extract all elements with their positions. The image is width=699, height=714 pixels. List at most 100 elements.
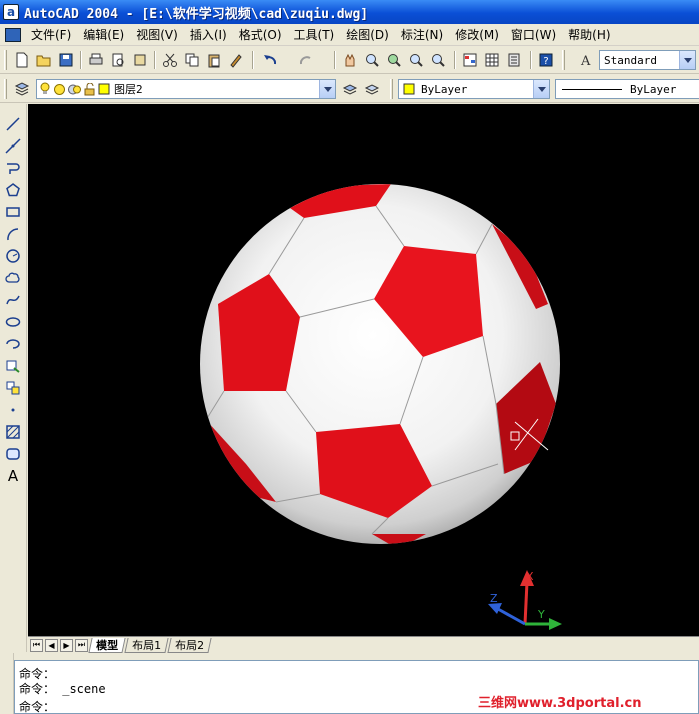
toolbar-grip[interactable] [4, 79, 7, 99]
print-icon[interactable] [86, 50, 106, 70]
arc-tool-icon[interactable] [3, 224, 23, 244]
menu-window[interactable]: 窗口(W) [505, 26, 562, 43]
open-file-icon[interactable] [34, 50, 54, 70]
layer-on-icon [40, 82, 50, 94]
drawing-viewport[interactable]: X Y Z [28, 104, 699, 636]
toolbar-separator [154, 51, 156, 69]
multiline-text-tool-icon[interactable]: A [3, 466, 23, 486]
chevron-down-icon[interactable] [319, 80, 335, 98]
tool-palettes-icon[interactable] [504, 50, 524, 70]
menu-help[interactable]: 帮助(H) [562, 26, 616, 43]
svg-text:A: A [580, 54, 591, 68]
new-file-icon[interactable] [12, 50, 32, 70]
polyline-tool-icon[interactable] [3, 158, 23, 178]
tab-layout1[interactable]: 布局1 [124, 637, 169, 653]
insert-block-tool-icon[interactable] [3, 356, 23, 376]
pan-realtime-icon[interactable] [340, 50, 360, 70]
help-icon[interactable]: ? [536, 50, 556, 70]
document-icon[interactable] [5, 27, 21, 42]
circle-tool-icon[interactable] [3, 246, 23, 266]
save-icon[interactable] [56, 50, 76, 70]
paste-icon[interactable] [204, 50, 224, 70]
menu-dimension[interactable]: 标注(N) [395, 26, 449, 43]
zoom-realtime-icon[interactable] [362, 50, 382, 70]
ucs-z-label: Z [490, 592, 498, 605]
tab-model[interactable]: 模型 [88, 637, 126, 653]
color-value: ByLayer [421, 82, 468, 96]
menu-format[interactable]: 格式(O) [233, 26, 288, 43]
command-window-grip[interactable] [0, 653, 14, 714]
toolbar-grip[interactable] [562, 50, 565, 70]
layer-manager-icon[interactable] [12, 79, 32, 99]
properties-icon[interactable] [460, 50, 480, 70]
plot-preview-icon[interactable] [108, 50, 128, 70]
rectangle-tool-icon[interactable] [3, 202, 23, 222]
menu-edit[interactable]: 编辑(E) [77, 26, 130, 43]
match-properties-icon[interactable] [226, 50, 246, 70]
toolbar-separator [252, 51, 254, 69]
text-style-select[interactable]: Standard [599, 50, 696, 70]
point-tool-icon[interactable] [3, 400, 23, 420]
chevron-down-icon[interactable] [679, 51, 695, 69]
last-tab-button[interactable]: ⏭ [75, 638, 88, 652]
publish-icon[interactable] [130, 50, 150, 70]
linetype-control-select[interactable]: ByLayer [555, 79, 699, 99]
layers-toolbar: 图层2 ByLayer ByLayer [0, 75, 699, 103]
menu-tools[interactable]: 工具(T) [288, 26, 341, 43]
layer-color-swatch-icon [98, 83, 110, 95]
toolbar-grip[interactable] [390, 79, 393, 99]
layer-previous-icon[interactable] [362, 79, 382, 99]
make-block-tool-icon[interactable] [3, 378, 23, 398]
design-center-icon[interactable] [482, 50, 502, 70]
ellipse-arc-tool-icon[interactable] [3, 334, 23, 354]
construction-line-tool-icon[interactable] [3, 136, 23, 156]
chevron-down-icon[interactable] [533, 80, 549, 98]
redo-icon[interactable] [296, 50, 316, 70]
linetype-preview [562, 88, 622, 90]
command-history-line: 命令： _scene [19, 682, 106, 696]
next-tab-button[interactable]: ▶ [60, 638, 73, 652]
color-swatch-icon [403, 83, 415, 95]
zoom-previous-icon[interactable] [406, 50, 426, 70]
undo-icon[interactable] [260, 50, 280, 70]
window-title: AutoCAD 2004 - [E:\软件学习视频\cad\zuqiu.dwg] [24, 6, 369, 22]
menu-insert[interactable]: 插入(I) [184, 26, 233, 43]
cut-icon[interactable] [160, 50, 180, 70]
color-control-select[interactable]: ByLayer [398, 79, 550, 99]
revision-cloud-tool-icon[interactable] [3, 268, 23, 288]
previous-tab-button[interactable]: ◀ [45, 638, 58, 652]
toolbar-separator [530, 51, 532, 69]
tab-layout2[interactable]: 布局2 [167, 637, 212, 653]
zoom-extents-icon[interactable] [428, 50, 448, 70]
polygon-tool-icon[interactable] [3, 180, 23, 200]
make-object-layer-current-icon[interactable] [340, 79, 360, 99]
menu-view[interactable]: 视图(V) [130, 26, 184, 43]
toolbar-separator [80, 51, 82, 69]
text-style-icon[interactable]: A [576, 50, 596, 70]
zoom-window-icon[interactable] [384, 50, 404, 70]
soccer-ball-render: X Y Z [200, 184, 562, 630]
copy-icon[interactable] [182, 50, 202, 70]
region-tool-icon[interactable] [3, 444, 23, 464]
line-tool-icon[interactable] [3, 114, 23, 134]
toolbar-grip[interactable] [4, 50, 7, 70]
layout-tabs-bar: ⏮ ◀ ▶ ⏭ 模型 布局1 布局2 [28, 636, 699, 653]
layer-vp-icon [68, 84, 81, 94]
menu-file[interactable]: 文件(F) [25, 26, 77, 43]
watermark-text: 三维网www.3dportal.cn [478, 696, 642, 711]
menu-modify[interactable]: 修改(M) [449, 26, 505, 43]
layer-thaw-icon [54, 83, 65, 95]
autocad-app-icon[interactable]: a [3, 4, 19, 20]
layer-select[interactable]: 图层2 [36, 79, 336, 99]
hatch-tool-icon[interactable] [3, 422, 23, 442]
ellipse-tool-icon[interactable] [3, 312, 23, 332]
text-style-value: Standard [604, 53, 657, 67]
spline-tool-icon[interactable] [3, 290, 23, 310]
first-tab-button[interactable]: ⏮ [30, 638, 43, 652]
linetype-value: ByLayer [630, 82, 677, 96]
title-bar: a AutoCAD 2004 - [E:\软件学习视频\cad\zuqiu.dw… [0, 0, 699, 24]
toolbar-separator [334, 51, 336, 69]
ucs-y-label: Y [537, 608, 545, 621]
command-prompt-line[interactable]: 命令： [19, 698, 55, 714]
menu-draw[interactable]: 绘图(D) [340, 26, 395, 43]
